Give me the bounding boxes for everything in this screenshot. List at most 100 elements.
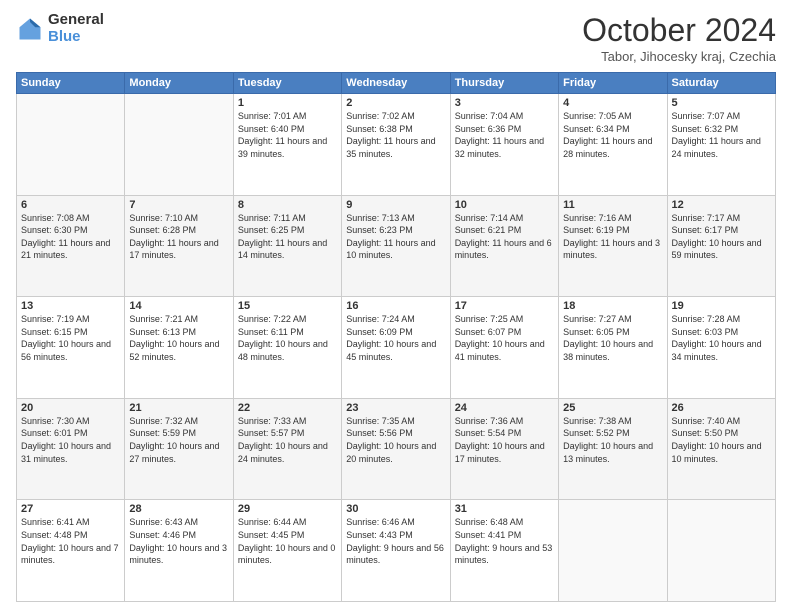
cell-info: Sunrise: 7:16 AM Sunset: 6:19 PM Dayligh… xyxy=(563,212,662,262)
cell-info: Sunrise: 6:44 AM Sunset: 4:45 PM Dayligh… xyxy=(238,516,337,566)
cell-info: Sunrise: 6:48 AM Sunset: 4:41 PM Dayligh… xyxy=(455,516,554,566)
calendar-cell: 28Sunrise: 6:43 AM Sunset: 4:46 PM Dayli… xyxy=(125,500,233,602)
title-block: October 2024 Tabor, Jihocesky kraj, Czec… xyxy=(582,12,776,64)
day-number: 26 xyxy=(672,402,771,414)
calendar-cell: 8Sunrise: 7:11 AM Sunset: 6:25 PM Daylig… xyxy=(233,195,341,297)
weekday-monday: Monday xyxy=(125,73,233,94)
day-number: 27 xyxy=(21,503,120,515)
day-number: 13 xyxy=(21,300,120,312)
calendar-cell: 3Sunrise: 7:04 AM Sunset: 6:36 PM Daylig… xyxy=(450,94,558,196)
calendar-cell: 23Sunrise: 7:35 AM Sunset: 5:56 PM Dayli… xyxy=(342,398,450,500)
week-row-5: 27Sunrise: 6:41 AM Sunset: 4:48 PM Dayli… xyxy=(17,500,776,602)
calendar-cell: 20Sunrise: 7:30 AM Sunset: 6:01 PM Dayli… xyxy=(17,398,125,500)
calendar-table: SundayMondayTuesdayWednesdayThursdayFrid… xyxy=(16,72,776,602)
cell-info: Sunrise: 7:17 AM Sunset: 6:17 PM Dayligh… xyxy=(672,212,771,262)
calendar-cell: 4Sunrise: 7:05 AM Sunset: 6:34 PM Daylig… xyxy=(559,94,667,196)
calendar-cell: 26Sunrise: 7:40 AM Sunset: 5:50 PM Dayli… xyxy=(667,398,775,500)
logo-icon xyxy=(16,15,44,43)
day-number: 18 xyxy=(563,300,662,312)
cell-info: Sunrise: 6:46 AM Sunset: 4:43 PM Dayligh… xyxy=(346,516,445,566)
cell-info: Sunrise: 7:10 AM Sunset: 6:28 PM Dayligh… xyxy=(129,212,228,262)
cell-info: Sunrise: 7:11 AM Sunset: 6:25 PM Dayligh… xyxy=(238,212,337,262)
day-number: 20 xyxy=(21,402,120,414)
week-row-4: 20Sunrise: 7:30 AM Sunset: 6:01 PM Dayli… xyxy=(17,398,776,500)
day-number: 6 xyxy=(21,199,120,211)
calendar-cell: 13Sunrise: 7:19 AM Sunset: 6:15 PM Dayli… xyxy=(17,297,125,399)
calendar-cell xyxy=(559,500,667,602)
weekday-header-row: SundayMondayTuesdayWednesdayThursdayFrid… xyxy=(17,73,776,94)
cell-info: Sunrise: 7:14 AM Sunset: 6:21 PM Dayligh… xyxy=(455,212,554,262)
calendar-cell: 21Sunrise: 7:32 AM Sunset: 5:59 PM Dayli… xyxy=(125,398,233,500)
cell-info: Sunrise: 7:35 AM Sunset: 5:56 PM Dayligh… xyxy=(346,415,445,465)
month-title: October 2024 xyxy=(582,12,776,49)
calendar-cell: 7Sunrise: 7:10 AM Sunset: 6:28 PM Daylig… xyxy=(125,195,233,297)
calendar-cell: 11Sunrise: 7:16 AM Sunset: 6:19 PM Dayli… xyxy=(559,195,667,297)
page: General Blue October 2024 Tabor, Jihoces… xyxy=(0,0,792,612)
calendar-body: 1Sunrise: 7:01 AM Sunset: 6:40 PM Daylig… xyxy=(17,94,776,602)
cell-info: Sunrise: 7:07 AM Sunset: 6:32 PM Dayligh… xyxy=(672,110,771,160)
calendar-cell: 29Sunrise: 6:44 AM Sunset: 4:45 PM Dayli… xyxy=(233,500,341,602)
cell-info: Sunrise: 7:05 AM Sunset: 6:34 PM Dayligh… xyxy=(563,110,662,160)
cell-info: Sunrise: 7:33 AM Sunset: 5:57 PM Dayligh… xyxy=(238,415,337,465)
cell-info: Sunrise: 7:24 AM Sunset: 6:09 PM Dayligh… xyxy=(346,313,445,363)
cell-info: Sunrise: 7:30 AM Sunset: 6:01 PM Dayligh… xyxy=(21,415,120,465)
day-number: 25 xyxy=(563,402,662,414)
calendar-cell: 30Sunrise: 6:46 AM Sunset: 4:43 PM Dayli… xyxy=(342,500,450,602)
calendar-cell: 16Sunrise: 7:24 AM Sunset: 6:09 PM Dayli… xyxy=(342,297,450,399)
day-number: 5 xyxy=(672,97,771,109)
week-row-3: 13Sunrise: 7:19 AM Sunset: 6:15 PM Dayli… xyxy=(17,297,776,399)
calendar-cell: 17Sunrise: 7:25 AM Sunset: 6:07 PM Dayli… xyxy=(450,297,558,399)
logo-text: General Blue xyxy=(48,12,104,45)
calendar-cell: 25Sunrise: 7:38 AM Sunset: 5:52 PM Dayli… xyxy=(559,398,667,500)
day-number: 11 xyxy=(563,199,662,211)
cell-info: Sunrise: 7:38 AM Sunset: 5:52 PM Dayligh… xyxy=(563,415,662,465)
day-number: 7 xyxy=(129,199,228,211)
calendar-cell: 5Sunrise: 7:07 AM Sunset: 6:32 PM Daylig… xyxy=(667,94,775,196)
day-number: 14 xyxy=(129,300,228,312)
day-number: 16 xyxy=(346,300,445,312)
weekday-sunday: Sunday xyxy=(17,73,125,94)
cell-info: Sunrise: 7:36 AM Sunset: 5:54 PM Dayligh… xyxy=(455,415,554,465)
day-number: 31 xyxy=(455,503,554,515)
calendar-cell xyxy=(667,500,775,602)
logo-blue: Blue xyxy=(48,29,104,46)
cell-info: Sunrise: 7:22 AM Sunset: 6:11 PM Dayligh… xyxy=(238,313,337,363)
weekday-saturday: Saturday xyxy=(667,73,775,94)
cell-info: Sunrise: 7:32 AM Sunset: 5:59 PM Dayligh… xyxy=(129,415,228,465)
day-number: 22 xyxy=(238,402,337,414)
calendar-cell: 19Sunrise: 7:28 AM Sunset: 6:03 PM Dayli… xyxy=(667,297,775,399)
cell-info: Sunrise: 7:28 AM Sunset: 6:03 PM Dayligh… xyxy=(672,313,771,363)
day-number: 9 xyxy=(346,199,445,211)
calendar-cell: 6Sunrise: 7:08 AM Sunset: 6:30 PM Daylig… xyxy=(17,195,125,297)
cell-info: Sunrise: 6:43 AM Sunset: 4:46 PM Dayligh… xyxy=(129,516,228,566)
calendar-cell: 31Sunrise: 6:48 AM Sunset: 4:41 PM Dayli… xyxy=(450,500,558,602)
day-number: 17 xyxy=(455,300,554,312)
cell-info: Sunrise: 7:25 AM Sunset: 6:07 PM Dayligh… xyxy=(455,313,554,363)
day-number: 21 xyxy=(129,402,228,414)
day-number: 15 xyxy=(238,300,337,312)
calendar-cell: 15Sunrise: 7:22 AM Sunset: 6:11 PM Dayli… xyxy=(233,297,341,399)
cell-info: Sunrise: 6:41 AM Sunset: 4:48 PM Dayligh… xyxy=(21,516,120,566)
day-number: 28 xyxy=(129,503,228,515)
cell-info: Sunrise: 7:08 AM Sunset: 6:30 PM Dayligh… xyxy=(21,212,120,262)
weekday-tuesday: Tuesday xyxy=(233,73,341,94)
cell-info: Sunrise: 7:27 AM Sunset: 6:05 PM Dayligh… xyxy=(563,313,662,363)
day-number: 12 xyxy=(672,199,771,211)
week-row-2: 6Sunrise: 7:08 AM Sunset: 6:30 PM Daylig… xyxy=(17,195,776,297)
logo-general: General xyxy=(48,12,104,29)
day-number: 19 xyxy=(672,300,771,312)
header: General Blue October 2024 Tabor, Jihoces… xyxy=(16,12,776,64)
calendar-cell: 24Sunrise: 7:36 AM Sunset: 5:54 PM Dayli… xyxy=(450,398,558,500)
location: Tabor, Jihocesky kraj, Czechia xyxy=(582,49,776,64)
cell-info: Sunrise: 7:01 AM Sunset: 6:40 PM Dayligh… xyxy=(238,110,337,160)
day-number: 2 xyxy=(346,97,445,109)
calendar-cell: 22Sunrise: 7:33 AM Sunset: 5:57 PM Dayli… xyxy=(233,398,341,500)
weekday-friday: Friday xyxy=(559,73,667,94)
day-number: 1 xyxy=(238,97,337,109)
day-number: 3 xyxy=(455,97,554,109)
weekday-wednesday: Wednesday xyxy=(342,73,450,94)
cell-info: Sunrise: 7:04 AM Sunset: 6:36 PM Dayligh… xyxy=(455,110,554,160)
week-row-1: 1Sunrise: 7:01 AM Sunset: 6:40 PM Daylig… xyxy=(17,94,776,196)
calendar-cell: 10Sunrise: 7:14 AM Sunset: 6:21 PM Dayli… xyxy=(450,195,558,297)
cell-info: Sunrise: 7:13 AM Sunset: 6:23 PM Dayligh… xyxy=(346,212,445,262)
